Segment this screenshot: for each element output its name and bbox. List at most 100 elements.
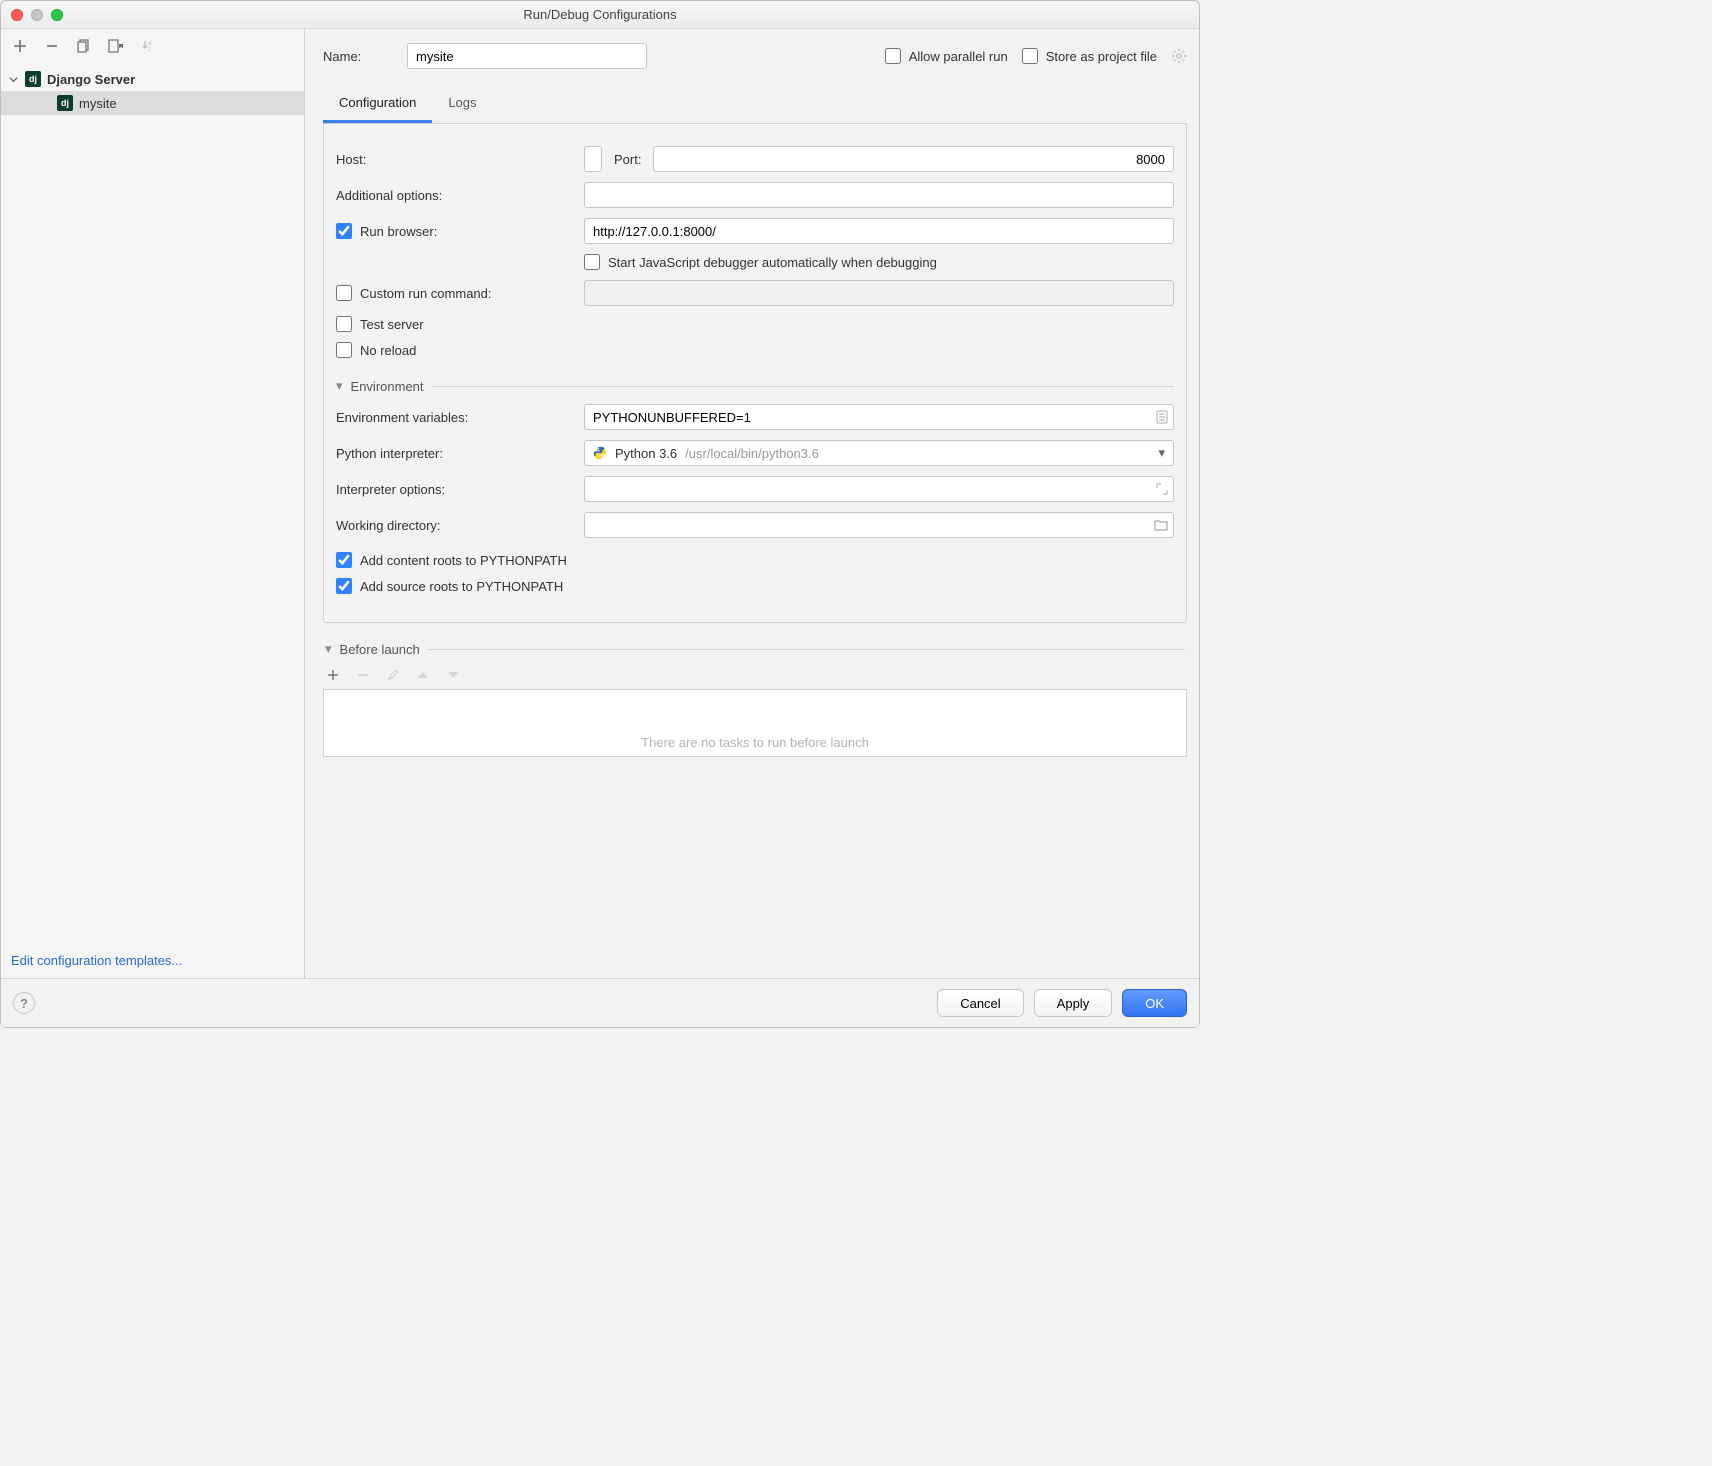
add-config-icon[interactable] — [11, 37, 29, 55]
add-content-roots-checkbox[interactable]: Add content roots to PYTHONPATH — [336, 552, 567, 568]
custom-run-cmd-row: Custom run command: — [336, 280, 1174, 306]
name-row: Name: Allow parallel run Store as projec… — [323, 43, 1187, 69]
interpreter-select[interactable]: Python 3.6 /usr/local/bin/python3.6 ▾ — [584, 440, 1174, 466]
custom-run-cmd-input[interactable] — [336, 285, 352, 301]
no-reload-label: No reload — [360, 343, 416, 358]
django-icon: dj — [25, 71, 41, 87]
run-browser-url-input[interactable] — [584, 218, 1174, 244]
edit-task-icon — [385, 667, 401, 683]
before-launch-toolbar — [323, 661, 1187, 689]
window-controls — [11, 9, 63, 21]
main-panel: Name: Allow parallel run Store as projec… — [305, 29, 1199, 978]
host-input[interactable] — [584, 146, 602, 172]
edit-templates-link[interactable]: Edit configuration templates... — [11, 953, 182, 968]
sidebar-toolbar: az — [1, 29, 304, 63]
working-dir-input[interactable] — [584, 512, 1174, 538]
js-debugger-checkbox[interactable]: Start JavaScript debugger automatically … — [584, 254, 937, 270]
ok-button[interactable]: OK — [1122, 989, 1187, 1017]
config-tree-sidebar: az dj Django Server dj mysite Edit confi… — [1, 29, 305, 978]
before-launch-list: There are no tasks to run before launch — [323, 689, 1187, 757]
move-down-icon — [445, 667, 461, 683]
environment-section-label: Environment — [351, 379, 424, 394]
python-icon — [593, 446, 607, 460]
tabbar: Configuration Logs — [323, 87, 1187, 124]
add-source-roots-label: Add source roots to PYTHONPATH — [360, 579, 563, 594]
no-reload-row: No reload — [336, 342, 1174, 358]
js-debugger-row: Start JavaScript debugger automatically … — [584, 254, 1174, 270]
tree-item-mysite[interactable]: dj mysite — [1, 91, 304, 115]
add-source-roots-row: Add source roots to PYTHONPATH — [336, 578, 1174, 594]
dialog-footer: ? Cancel Apply OK — [1, 978, 1199, 1027]
interpreter-path: /usr/local/bin/python3.6 — [685, 446, 819, 461]
additional-options-row: Additional options: — [336, 182, 1174, 208]
additional-options-input[interactable] — [584, 182, 1174, 208]
before-launch-section-label: Before launch — [340, 642, 420, 657]
gear-icon[interactable] — [1171, 48, 1187, 64]
interpreter-options-input[interactable] — [584, 476, 1174, 502]
interpreter-options-row: Interpreter options: — [336, 476, 1174, 502]
expand-icon[interactable] — [1156, 483, 1168, 495]
env-vars-input[interactable] — [584, 404, 1174, 430]
add-content-roots-row: Add content roots to PYTHONPATH — [336, 552, 1174, 568]
interpreter-label: Python interpreter: — [336, 446, 572, 461]
save-config-icon[interactable] — [107, 37, 125, 55]
tree-item-label: mysite — [79, 96, 117, 111]
test-server-input[interactable] — [336, 316, 352, 332]
store-as-project-file-label: Store as project file — [1046, 49, 1157, 64]
run-browser-label: Run browser: — [360, 224, 437, 239]
run-browser-input[interactable] — [336, 223, 352, 239]
run-debug-dialog: Run/Debug Configurations az dj Django Se… — [0, 0, 1200, 1028]
add-source-roots-input[interactable] — [336, 578, 352, 594]
js-debugger-input[interactable] — [584, 254, 600, 270]
cancel-button[interactable]: Cancel — [937, 989, 1023, 1017]
folder-icon[interactable] — [1154, 519, 1168, 531]
test-server-label: Test server — [360, 317, 424, 332]
environment-section-header[interactable]: ▾ Environment — [336, 378, 1174, 394]
custom-run-cmd-label: Custom run command: — [360, 286, 492, 301]
port-label: Port: — [614, 152, 641, 167]
copy-config-icon[interactable] — [75, 37, 93, 55]
tree-root-label: Django Server — [47, 72, 135, 87]
env-vars-row: Environment variables: — [336, 404, 1174, 430]
chevron-down-icon: ▾ — [1158, 445, 1165, 461]
window-title: Run/Debug Configurations — [11, 7, 1189, 22]
tab-configuration[interactable]: Configuration — [323, 87, 432, 123]
no-reload-checkbox[interactable]: No reload — [336, 342, 416, 358]
js-debugger-label: Start JavaScript debugger automatically … — [608, 255, 937, 270]
tab-logs[interactable]: Logs — [432, 87, 492, 123]
run-browser-checkbox[interactable]: Run browser: — [336, 223, 572, 239]
zoom-window-button[interactable] — [51, 9, 63, 21]
move-up-icon — [415, 667, 431, 683]
store-as-project-file-input[interactable] — [1022, 48, 1038, 64]
allow-parallel-run-checkbox[interactable]: Allow parallel run — [885, 48, 1008, 64]
add-task-icon[interactable] — [325, 667, 341, 683]
name-label: Name: — [323, 49, 393, 64]
tree-root-django-server[interactable]: dj Django Server — [1, 67, 304, 91]
remove-config-icon[interactable] — [43, 37, 61, 55]
no-reload-input[interactable] — [336, 342, 352, 358]
custom-run-cmd-field — [584, 280, 1174, 306]
close-window-button[interactable] — [11, 9, 23, 21]
working-dir-label: Working directory: — [336, 518, 572, 533]
run-browser-row: Run browser: — [336, 218, 1174, 244]
chevron-down-icon — [9, 75, 19, 84]
test-server-checkbox[interactable]: Test server — [336, 316, 424, 332]
store-as-project-file-checkbox[interactable]: Store as project file — [1022, 48, 1157, 64]
titlebar: Run/Debug Configurations — [1, 1, 1199, 29]
add-source-roots-checkbox[interactable]: Add source roots to PYTHONPATH — [336, 578, 563, 594]
chevron-down-icon: ▾ — [325, 641, 332, 657]
add-content-roots-input[interactable] — [336, 552, 352, 568]
help-button[interactable]: ? — [13, 992, 35, 1014]
port-input[interactable] — [653, 146, 1174, 172]
host-label: Host: — [336, 152, 572, 167]
interpreter-name: Python 3.6 — [615, 446, 677, 461]
before-launch-section-header[interactable]: ▾ Before launch — [325, 641, 1185, 657]
minimize-window-button[interactable] — [31, 9, 43, 21]
custom-run-cmd-checkbox[interactable]: Custom run command: — [336, 285, 572, 301]
name-input[interactable] — [407, 43, 647, 69]
interpreter-row: Python interpreter: Python 3.6 /usr/loca… — [336, 440, 1174, 466]
sort-config-icon[interactable]: az — [139, 37, 157, 55]
list-icon[interactable] — [1156, 410, 1168, 424]
apply-button[interactable]: Apply — [1034, 989, 1113, 1017]
allow-parallel-run-input[interactable] — [885, 48, 901, 64]
